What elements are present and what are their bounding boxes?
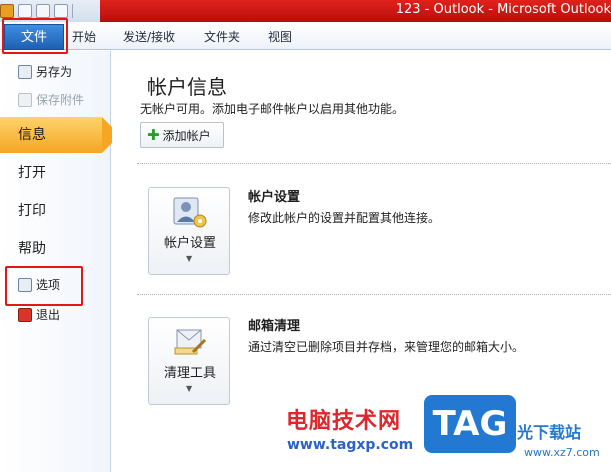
watermark-url: www.tagxp.com — [287, 437, 414, 453]
nav-exit[interactable]: 退出 — [18, 306, 60, 323]
exit-icon — [18, 307, 32, 322]
attachment-icon — [18, 92, 32, 107]
nav-open[interactable]: 打开 — [0, 155, 111, 191]
dropdown-caret-icon: ▼ — [186, 254, 193, 263]
no-account-message: 无帐户可用。添加电子邮件帐户以启用其他功能。 — [140, 102, 405, 116]
cleanup-tools-button[interactable]: 清理工具 ▼ — [148, 317, 230, 405]
nav-print[interactable]: 打印 — [0, 193, 111, 229]
outlook-app-icon[interactable] — [0, 4, 14, 18]
mailbox-cleanup-icon — [174, 329, 207, 355]
nav-save-attachments[interactable]: 保存附件 — [18, 91, 84, 108]
ribbon-tabs: 文件 开始 发送/接收 文件夹 视图 — [0, 22, 611, 50]
nav-save-as[interactable]: 另存为 — [18, 63, 72, 80]
account-settings-description: 修改此帐户的设置并配置其他连接。 — [248, 211, 441, 225]
nav-info[interactable]: 信息 — [0, 117, 120, 153]
plus-icon: ✚ — [147, 125, 160, 144]
nav-save-as-label: 另存为 — [36, 65, 73, 79]
page-title: 帐户信息 — [147, 75, 227, 99]
account-settings-button[interactable]: 帐户设置 ▼ — [148, 187, 230, 275]
toolbar-separator — [72, 4, 73, 18]
tab-folder[interactable]: 文件夹 — [204, 28, 240, 45]
watermark-brand: 电脑技术网 — [286, 409, 402, 434]
highlight-file-tab — [2, 18, 68, 54]
mailbox-cleanup-title: 邮箱清理 — [248, 319, 301, 334]
nav-exit-label: 退出 — [36, 308, 61, 322]
print-icon[interactable] — [54, 4, 68, 18]
cleanup-tools-button-label: 清理工具 — [163, 366, 216, 381]
backstage-nav: 另存为 保存附件 信息 打开 打印 帮助 选项 退出 — [0, 51, 120, 472]
nav-save-attachments-label: 保存附件 — [36, 93, 85, 107]
watermark-site-url: www.xz7.com — [524, 446, 600, 459]
save-icon[interactable] — [18, 4, 32, 18]
account-settings-icon — [173, 197, 207, 228]
window-title: 123 - Outlook - Microsoft Outlook — [395, 2, 611, 17]
tab-home[interactable]: 开始 — [72, 28, 96, 45]
tab-send-receive[interactable]: 发送/接收 — [123, 28, 175, 45]
mailbox-cleanup-description: 通过清空已删除项目并存档，来管理您的邮箱大小。 — [248, 340, 525, 354]
highlight-options — [5, 266, 83, 306]
watermark-site: 光下载站 — [517, 423, 582, 442]
nav-help[interactable]: 帮助 — [0, 231, 111, 267]
undo-icon[interactable] — [36, 4, 50, 18]
section-divider — [137, 163, 611, 164]
title-bar: 123 - Outlook - Microsoft Outlook — [0, 0, 611, 22]
dropdown-caret-icon: ▼ — [186, 384, 193, 393]
account-settings-title: 帐户设置 — [248, 190, 301, 205]
tab-view[interactable]: 视图 — [268, 28, 292, 45]
account-settings-button-label: 帐户设置 — [163, 236, 216, 251]
section-divider — [137, 294, 611, 295]
save-as-icon — [18, 64, 32, 79]
add-account-button[interactable]: ✚ 添加帐户 — [140, 122, 224, 148]
add-account-label: 添加帐户 — [162, 128, 211, 143]
watermark-logo: TAG — [424, 395, 516, 453]
